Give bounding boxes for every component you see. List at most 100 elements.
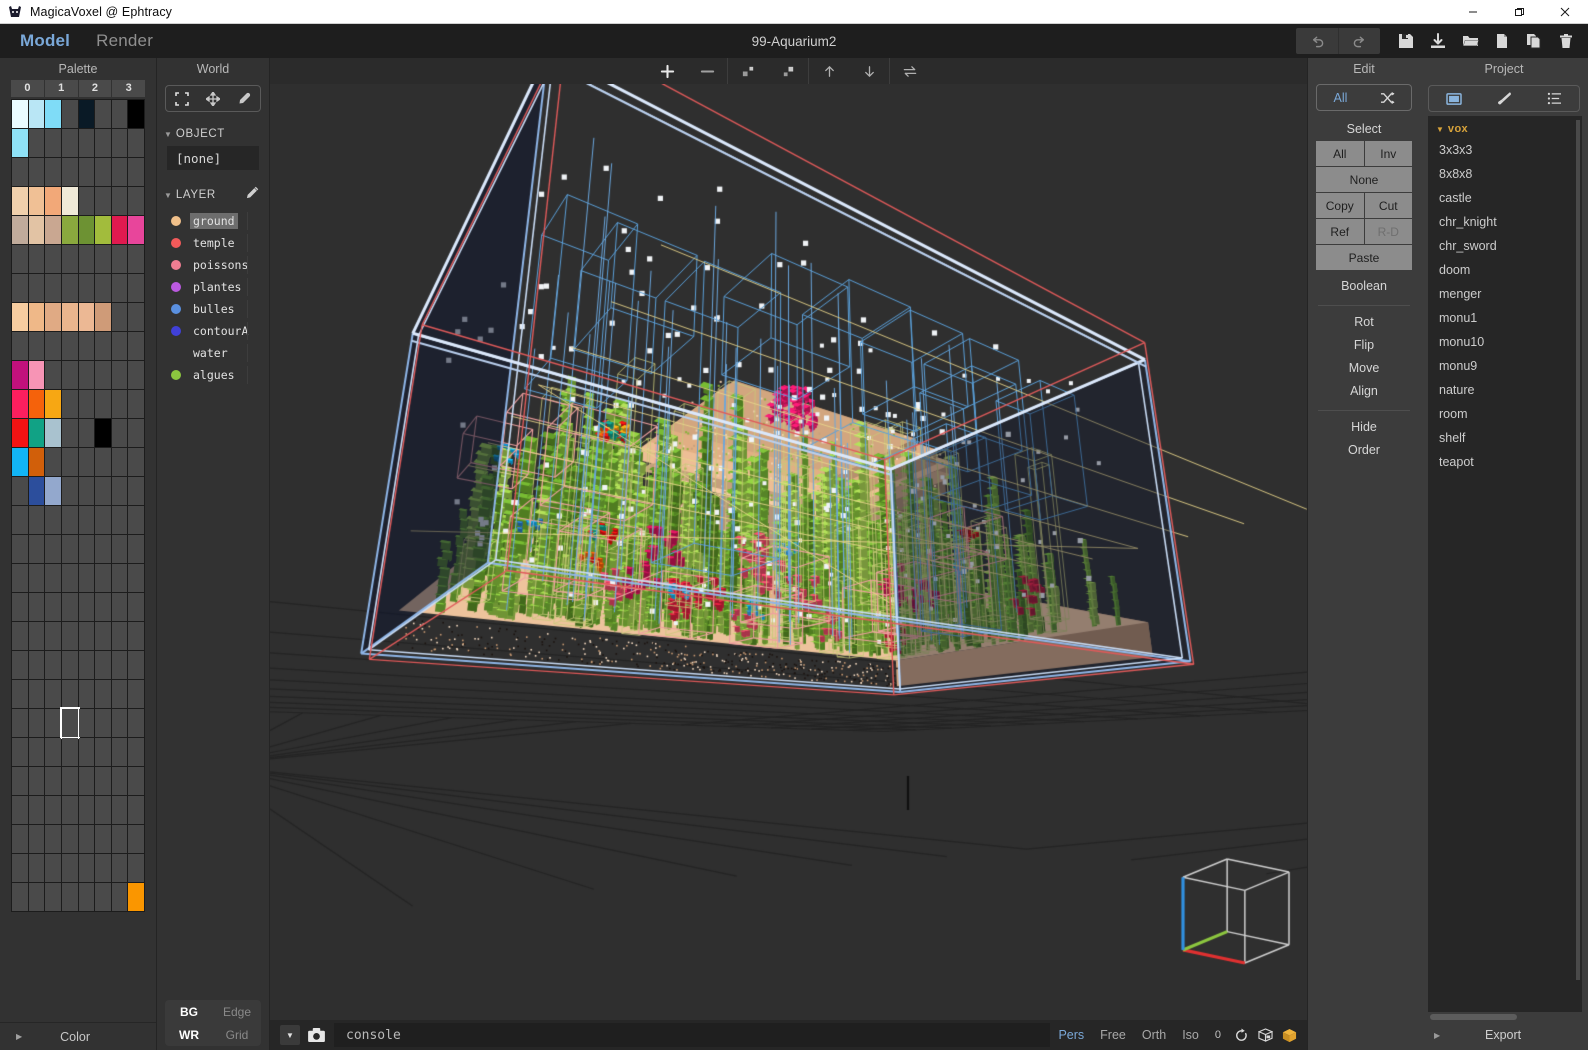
palette-swatch[interactable] — [112, 767, 128, 795]
palette-swatch[interactable] — [128, 361, 144, 389]
palette-swatch[interactable] — [29, 245, 45, 273]
boolean-button[interactable]: Boolean — [1308, 279, 1420, 293]
palette-swatch[interactable] — [29, 738, 45, 766]
redo-icon[interactable] — [1338, 28, 1380, 54]
palette-swatch[interactable] — [62, 100, 78, 128]
palette-swatch[interactable] — [112, 419, 128, 447]
palette-swatch[interactable] — [79, 129, 95, 157]
palette-swatch[interactable] — [12, 506, 28, 534]
palette-swatch[interactable] — [29, 274, 45, 302]
vox-list-item[interactable]: monu9 — [1428, 354, 1582, 378]
camera-mode-iso[interactable]: Iso — [1174, 1028, 1207, 1042]
palette-swatch[interactable] — [112, 361, 128, 389]
palette-swatch[interactable] — [95, 825, 111, 853]
palette-swatch[interactable] — [95, 738, 111, 766]
eyedropper-icon[interactable] — [230, 86, 258, 111]
palette-swatch[interactable] — [12, 854, 28, 882]
palette-swatch[interactable] — [45, 796, 61, 824]
palette-swatch[interactable] — [12, 883, 28, 911]
palette-swatch[interactable] — [12, 419, 28, 447]
layer-row[interactable]: contourA — [167, 320, 259, 342]
vox-list-item[interactable]: nature — [1428, 378, 1582, 402]
palette-swatch[interactable] — [128, 274, 144, 302]
palette-swatch[interactable] — [128, 709, 144, 737]
palette-swatch[interactable] — [128, 593, 144, 621]
object-section-header[interactable]: ▼ OBJECT — [164, 128, 269, 140]
vox-root-node[interactable]: ▼ vox — [1428, 120, 1582, 138]
bg-wr-toggle-group[interactable]: BG Edge WR Grid — [165, 1000, 261, 1046]
vox-list-item[interactable]: monu1 — [1428, 306, 1582, 330]
palette-swatch[interactable] — [112, 854, 128, 882]
expand-selection-icon[interactable] — [728, 58, 768, 84]
project-scroll-thumb[interactable] — [1430, 1014, 1517, 1020]
palette-swatch[interactable] — [12, 622, 28, 650]
rotate-icon[interactable] — [1229, 1024, 1253, 1046]
palette-swatch[interactable] — [95, 651, 111, 679]
palette-swatch[interactable] — [128, 245, 144, 273]
edit-mode-all[interactable]: All — [1317, 85, 1364, 110]
palette-swatch[interactable] — [29, 419, 45, 447]
palette-swatch[interactable] — [29, 361, 45, 389]
layer-list[interactable]: groundtemplepoissonsplantesbullescontour… — [167, 210, 259, 386]
toggle-bg[interactable]: BG — [180, 1005, 198, 1019]
list-icon[interactable] — [1540, 86, 1568, 111]
toggle-wr[interactable]: WR — [179, 1028, 199, 1042]
viewport-3d[interactable] — [270, 84, 1307, 1020]
palette-swatch[interactable] — [128, 651, 144, 679]
camera-angle-value[interactable]: 0 — [1207, 1029, 1229, 1041]
palette-swatch[interactable] — [45, 825, 61, 853]
palette-swatch[interactable] — [29, 158, 45, 186]
camera-icon[interactable] — [305, 1025, 327, 1045]
remove-icon[interactable] — [687, 58, 727, 84]
palette-swatch[interactable] — [95, 535, 111, 563]
edit-mode-toggle[interactable]: All — [1316, 84, 1412, 111]
frame-icon[interactable] — [168, 86, 196, 111]
palette-swatch[interactable] — [12, 796, 28, 824]
palette-swatch[interactable] — [45, 303, 61, 331]
minimize-button[interactable] — [1450, 0, 1496, 24]
swap-icon[interactable] — [890, 58, 930, 84]
palette-swatch[interactable] — [12, 129, 28, 157]
palette-swatch[interactable] — [45, 593, 61, 621]
palette-swatch[interactable] — [29, 477, 45, 505]
palette-swatch[interactable] — [45, 709, 61, 737]
palette-swatch[interactable] — [45, 564, 61, 592]
move-button[interactable]: Move — [1308, 361, 1420, 375]
camera-mode-free[interactable]: Free — [1092, 1028, 1134, 1042]
vox-list-item[interactable]: menger — [1428, 282, 1582, 306]
chevron-down-icon[interactable]: ▼ — [280, 1025, 300, 1045]
export-bar[interactable]: ▶ Export — [1420, 1020, 1588, 1050]
rd-button[interactable]: R-D — [1365, 219, 1413, 244]
layer-visibility-toggle[interactable] — [247, 322, 259, 340]
palette-swatch[interactable] — [112, 593, 128, 621]
palette-swatch[interactable] — [112, 825, 128, 853]
shuffle-icon[interactable] — [1364, 85, 1411, 110]
palette-swatch[interactable] — [12, 158, 28, 186]
layer-row[interactable]: plantes — [167, 276, 259, 298]
palette-swatch[interactable] — [12, 709, 28, 737]
palette-swatch[interactable] — [12, 448, 28, 476]
palette-swatch[interactable] — [95, 158, 111, 186]
palette-swatch[interactable] — [62, 825, 78, 853]
toggle-grid[interactable]: Grid — [226, 1028, 249, 1042]
palette-swatch[interactable] — [29, 796, 45, 824]
layer-visibility-toggle[interactable] — [247, 278, 259, 296]
vox-list-item[interactable]: chr_knight — [1428, 210, 1582, 234]
close-button[interactable] — [1542, 0, 1588, 24]
palette-swatch[interactable] — [112, 477, 128, 505]
toggle-edge[interactable]: Edge — [223, 1005, 251, 1019]
maximize-button[interactable] — [1496, 0, 1542, 24]
palette-swatch[interactable] — [45, 883, 61, 911]
palette-swatch[interactable] — [128, 506, 144, 534]
palette-swatch[interactable] — [128, 796, 144, 824]
layer-row[interactable]: water — [167, 342, 259, 364]
layer-visibility-toggle[interactable] — [247, 212, 259, 230]
palette-swatch[interactable] — [79, 593, 95, 621]
palette-swatch[interactable] — [79, 274, 95, 302]
hide-button[interactable]: Hide — [1308, 420, 1420, 434]
palette-swatch[interactable] — [45, 535, 61, 563]
shrink-selection-icon[interactable] — [768, 58, 808, 84]
palette-swatch[interactable] — [112, 796, 128, 824]
palette-swatch[interactable] — [62, 419, 78, 447]
palette-swatch[interactable] — [12, 332, 28, 360]
